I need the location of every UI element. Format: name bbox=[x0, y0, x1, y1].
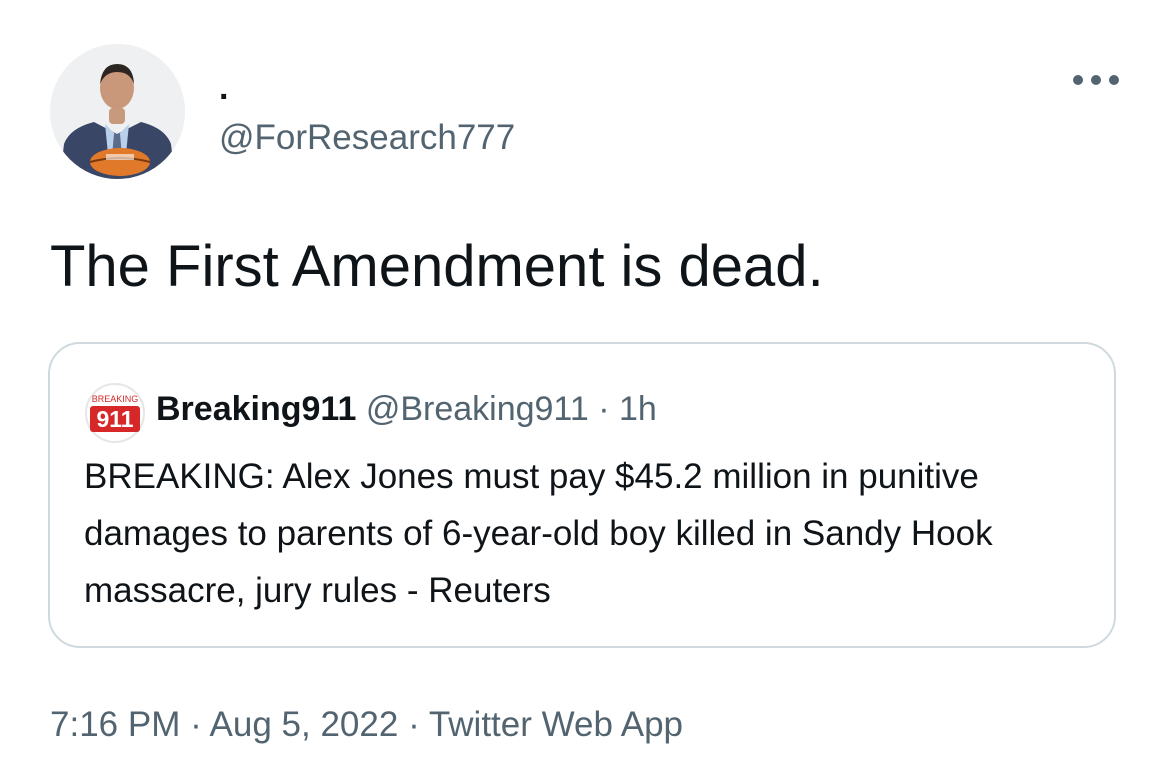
quoted-time[interactable]: 1h bbox=[619, 390, 657, 428]
meta-separator: · bbox=[190, 705, 202, 744]
quoted-separator: · bbox=[598, 390, 610, 428]
meta-separator: · bbox=[408, 705, 420, 744]
quoted-header: Breaking911 @Breaking911 · 1h bbox=[156, 384, 657, 434]
quoted-tweet-text: BREAKING: Alex Jones must pay $45.2 mill… bbox=[84, 457, 993, 610]
quoted-avatar[interactable]: BREAKING 911 bbox=[84, 382, 146, 444]
author-display-name[interactable]: . bbox=[219, 68, 228, 108]
quoted-display-name[interactable]: Breaking911 bbox=[156, 390, 356, 428]
more-horizontal-icon bbox=[1073, 75, 1119, 85]
tweet-text: The First Amendment is dead. bbox=[50, 234, 824, 299]
logo-text-main: 911 bbox=[96, 406, 133, 432]
tweet-source[interactable]: Twitter Web App bbox=[429, 705, 683, 744]
tweet-date[interactable]: Aug 5, 2022 bbox=[210, 705, 399, 744]
logo-text-top: BREAKING bbox=[92, 394, 139, 404]
tweet-time[interactable]: 7:16 PM bbox=[50, 705, 180, 744]
author-handle[interactable]: @ForResearch777 bbox=[219, 116, 515, 160]
quoted-tweet-card[interactable]: BREAKING 911 Breaking911 @Breaking911 · … bbox=[48, 342, 1116, 648]
quoted-handle[interactable]: @Breaking911 bbox=[366, 390, 589, 428]
tweet: . @ForResearch777 The First Amendment is… bbox=[0, 0, 1169, 768]
tweet-meta: 7:16 PM · Aug 5, 2022 · Twitter Web App bbox=[50, 700, 683, 750]
author-avatar[interactable] bbox=[50, 44, 185, 179]
more-options-button[interactable] bbox=[1068, 62, 1124, 98]
person-avatar-icon bbox=[50, 44, 185, 179]
breaking911-logo-icon: BREAKING 911 bbox=[84, 382, 146, 444]
